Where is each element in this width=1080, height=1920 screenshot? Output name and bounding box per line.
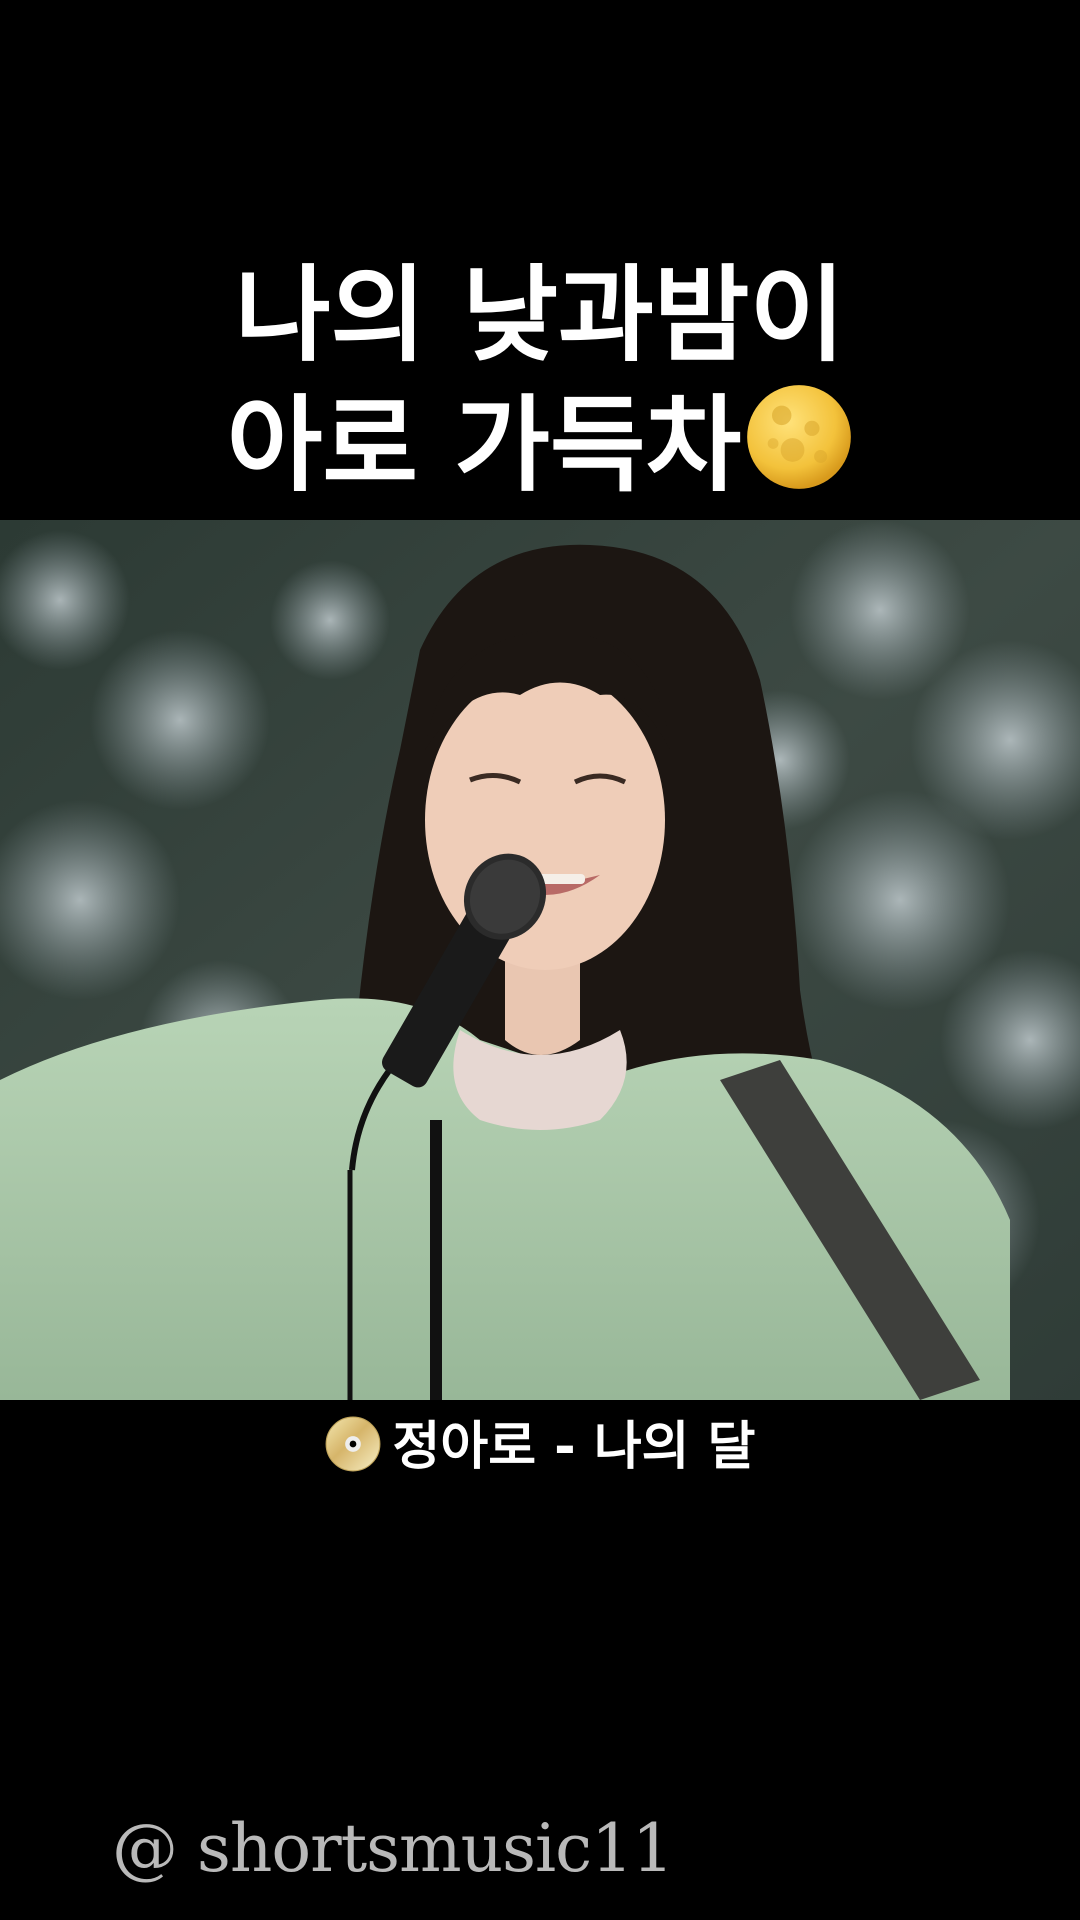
- full-moon-icon: [747, 385, 852, 489]
- performance-scene-image: [0, 520, 1080, 1400]
- song-caption: 정아로 - 나의 달: [0, 1412, 1080, 1482]
- video-title: 나의 낮과밤이 아로 가득차: [0, 250, 1080, 510]
- title-line-1: 나의 낮과밤이: [234, 254, 846, 376]
- song-title: 정아로 - 나의 달: [392, 1417, 756, 1477]
- channel-watermark: @ shortsmusic11: [112, 1810, 674, 1887]
- title-line-2-text: 아로 가득차: [226, 384, 742, 506]
- title-line-2: 아로 가득차: [0, 380, 1080, 510]
- video-frame[interactable]: [0, 520, 1080, 1400]
- cd-icon: [325, 1416, 380, 1472]
